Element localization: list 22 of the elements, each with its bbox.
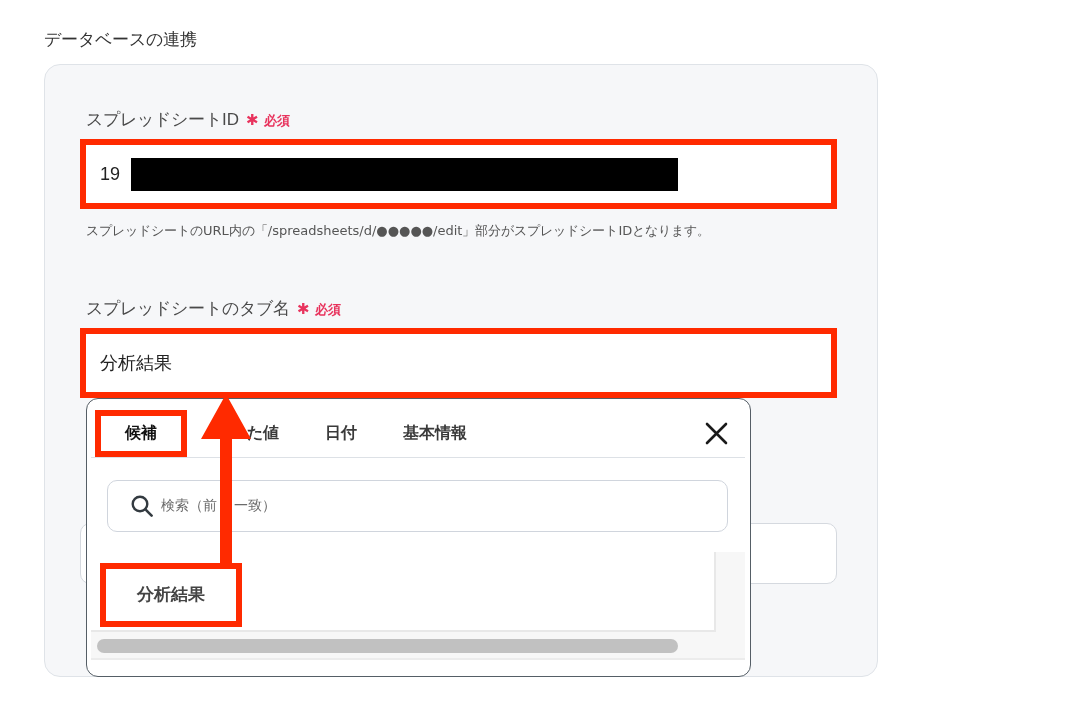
section-title: データベースの連携 [44,29,197,51]
required-label: 必須 [263,112,290,130]
required-asterisk: ✱ [297,300,310,318]
search-field[interactable]: 検索（前 一致） [107,480,728,532]
close-button[interactable] [705,422,728,445]
picker-tab[interactable]: 候補 [95,410,187,457]
search-placeholder: 検索（前 [161,497,217,515]
horizontal-scrollbar[interactable] [91,632,745,660]
input-field[interactable]: 分析結果 [80,328,837,398]
input-field[interactable]: 19 [80,139,837,209]
help-text: スプレッドシートのURL内の「/spreadsheets/d/●●●●●/edit」部分がスプレッドシートIDとなります。 [86,222,711,240]
field-value: 分析結果 [100,352,172,375]
search-icon [131,495,153,517]
scrollbar-thumb[interactable] [97,639,678,653]
close-icon [705,422,728,445]
search-placeholder: 一致） [234,497,276,515]
required-label: 必須 [314,301,341,319]
required-asterisk: ✱ [246,111,259,129]
field-label: スプレッドシートのタブ名 [86,298,290,320]
field-label: スプレッドシートID [86,109,239,131]
suggestion-item[interactable]: 分析結果 [100,563,242,627]
field-value: 19 [100,163,121,185]
